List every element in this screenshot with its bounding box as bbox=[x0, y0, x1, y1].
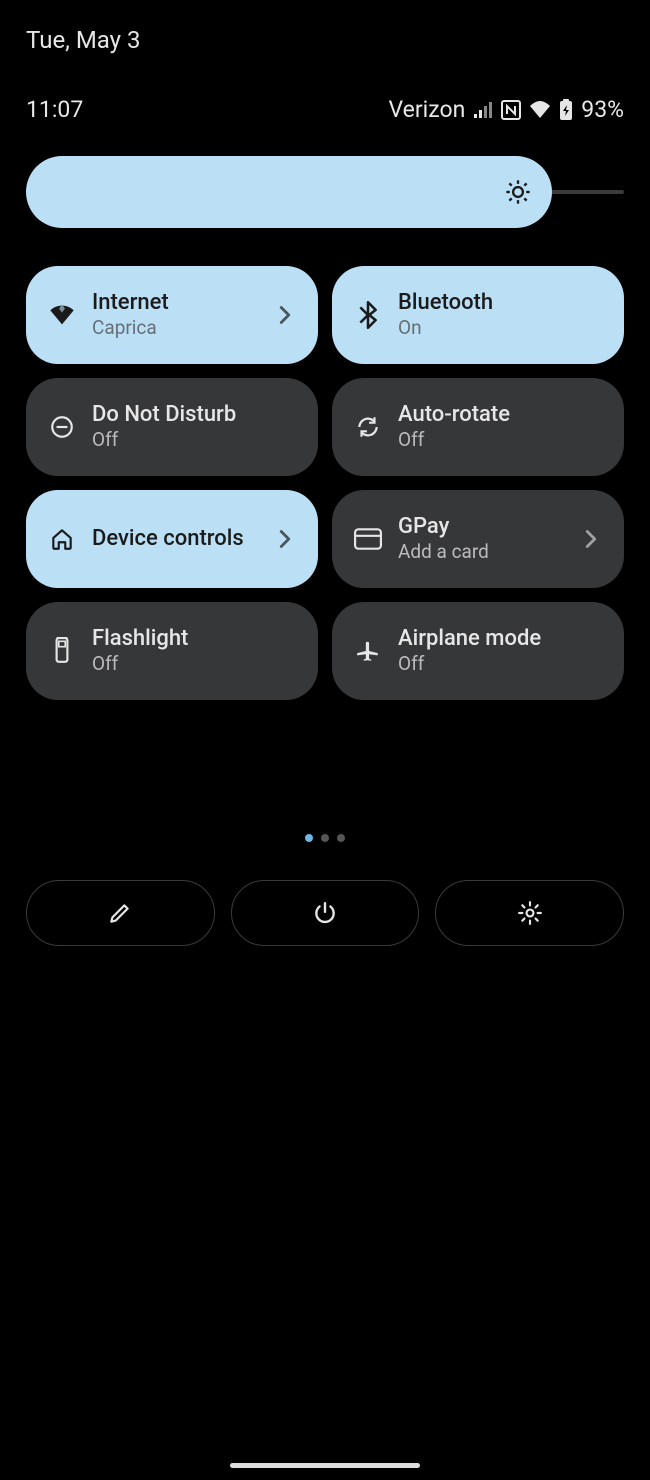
edit-button[interactable] bbox=[26, 880, 215, 946]
edit-icon bbox=[107, 900, 133, 926]
settings-button[interactable] bbox=[435, 880, 624, 946]
dnd-icon bbox=[48, 413, 76, 441]
chevron-right-icon bbox=[580, 528, 602, 550]
qs-tile-card[interactable]: GPayAdd a card bbox=[332, 490, 624, 588]
tile-label: Airplane mode bbox=[398, 626, 602, 652]
status-time: 11:07 bbox=[26, 96, 389, 123]
tile-sublabel: Off bbox=[92, 429, 296, 452]
tile-sublabel: Off bbox=[398, 429, 602, 452]
nav-handle[interactable] bbox=[230, 1463, 420, 1468]
qs-tile-wifi[interactable]: InternetCaprica bbox=[26, 266, 318, 364]
bluetooth-icon bbox=[354, 301, 382, 329]
qs-tile-plane[interactable]: Airplane modeOff bbox=[332, 602, 624, 700]
date-label: Tue, May 3 bbox=[26, 26, 140, 54]
tile-label: Do Not Disturb bbox=[92, 402, 296, 428]
carrier-label: Verizon bbox=[389, 96, 466, 123]
tile-label: Bluetooth bbox=[398, 290, 602, 316]
battery-charging-icon bbox=[559, 99, 573, 121]
qs-tile-grid: InternetCapricaBluetoothOnDo Not Disturb… bbox=[26, 266, 624, 700]
tile-label: Flashlight bbox=[92, 626, 296, 652]
brightness-icon bbox=[504, 178, 532, 206]
card-icon bbox=[354, 525, 382, 553]
power-button[interactable] bbox=[231, 880, 420, 946]
rotate-icon bbox=[354, 413, 382, 441]
tile-sublabel: Add a card bbox=[398, 541, 580, 564]
wifi-status-icon bbox=[529, 101, 551, 119]
wifi-icon bbox=[48, 301, 76, 329]
chevron-right-icon bbox=[274, 528, 296, 550]
qs-footer bbox=[26, 880, 624, 946]
pager-dot[interactable] bbox=[337, 834, 345, 842]
flash-icon bbox=[48, 637, 76, 665]
pager-dot[interactable] bbox=[321, 834, 329, 842]
tile-sublabel: On bbox=[398, 317, 602, 340]
settings-icon bbox=[517, 900, 543, 926]
tile-label: Device controls bbox=[92, 526, 274, 552]
qs-tile-flash[interactable]: FlashlightOff bbox=[26, 602, 318, 700]
qs-tile-rotate[interactable]: Auto-rotateOff bbox=[332, 378, 624, 476]
nfc-icon bbox=[501, 100, 521, 120]
tile-sublabel: Off bbox=[398, 653, 602, 676]
status-bar: 11:07 Verizon 93% bbox=[0, 96, 650, 123]
power-icon bbox=[312, 900, 338, 926]
qs-tile-home[interactable]: Device controls bbox=[26, 490, 318, 588]
qs-tile-bluetooth[interactable]: BluetoothOn bbox=[332, 266, 624, 364]
tile-sublabel: Off bbox=[92, 653, 296, 676]
battery-pct-label: 93% bbox=[581, 96, 624, 123]
pager-dot[interactable] bbox=[305, 834, 313, 842]
plane-icon bbox=[354, 637, 382, 665]
tile-label: Internet bbox=[92, 290, 274, 316]
tile-label: Auto-rotate bbox=[398, 402, 602, 428]
brightness-slider[interactable] bbox=[26, 156, 624, 228]
tile-label: GPay bbox=[398, 514, 580, 540]
tile-sublabel: Caprica bbox=[92, 317, 274, 340]
chevron-right-icon bbox=[274, 304, 296, 326]
signal-icon bbox=[473, 101, 493, 119]
qs-tile-dnd[interactable]: Do Not DisturbOff bbox=[26, 378, 318, 476]
home-icon bbox=[48, 525, 76, 553]
qs-pager[interactable] bbox=[0, 834, 650, 842]
